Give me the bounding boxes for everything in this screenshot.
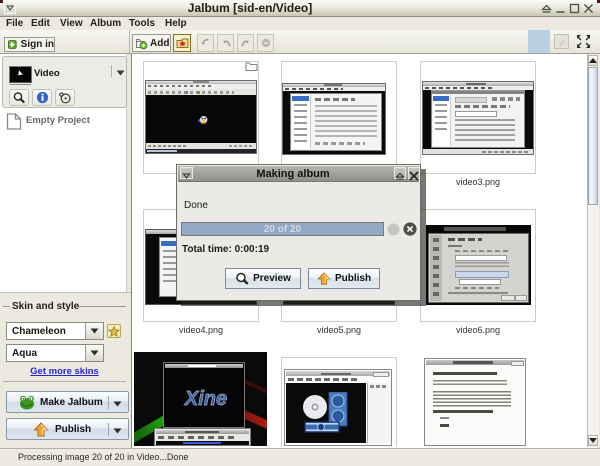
svg-text:Xine: Xine (184, 388, 227, 410)
